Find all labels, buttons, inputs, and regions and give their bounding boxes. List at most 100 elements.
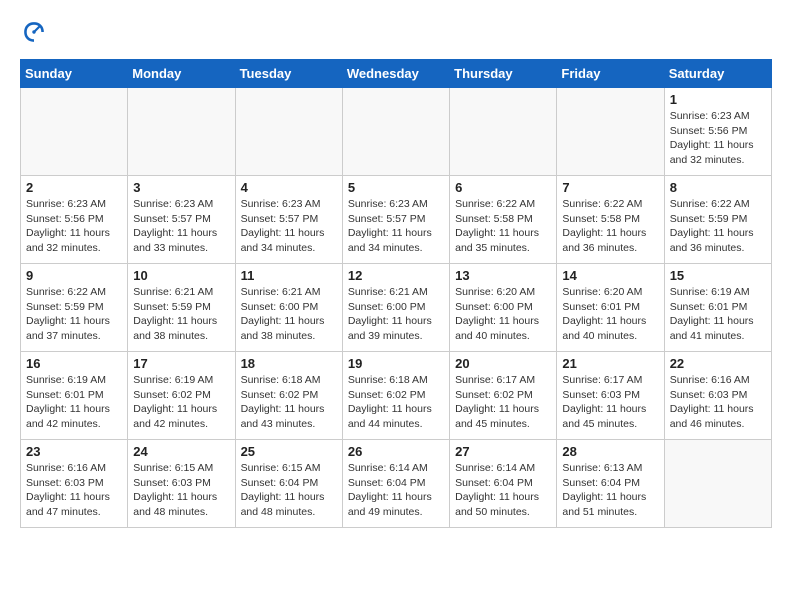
- day-number: 17: [133, 356, 229, 371]
- logo: [20, 20, 46, 49]
- day-info: Sunrise: 6:23 AM Sunset: 5:56 PM Dayligh…: [26, 197, 122, 256]
- day-info: Sunrise: 6:20 AM Sunset: 6:01 PM Dayligh…: [562, 285, 658, 344]
- day-number: 20: [455, 356, 551, 371]
- calendar-cell: 1 Sunrise: 6:23 AM Sunset: 5:56 PM Daylig…: [664, 88, 771, 176]
- calendar-cell: 7 Sunrise: 6:22 AM Sunset: 5:58 PM Daylig…: [557, 176, 664, 264]
- calendar-cell: 9Sunrise: 6:22 AM Sunset: 5:59 PM Daylig…: [21, 264, 128, 352]
- day-info: Sunrise: 6:23 AM Sunset: 5:57 PM Dayligh…: [133, 197, 229, 256]
- calendar-cell: 4 Sunrise: 6:23 AM Sunset: 5:57 PM Daylig…: [235, 176, 342, 264]
- calendar-cell: 6 Sunrise: 6:22 AM Sunset: 5:58 PM Daylig…: [450, 176, 557, 264]
- calendar-cell: 14 Sunrise: 6:20 AM Sunset: 6:01 PM Dayli…: [557, 264, 664, 352]
- day-number: 15: [670, 268, 766, 283]
- calendar-cell: 27 Sunrise: 6:14 AM Sunset: 6:04 PM Dayli…: [450, 440, 557, 528]
- day-number: 11: [241, 268, 337, 283]
- calendar-cell: 16 Sunrise: 6:19 AM Sunset: 6:01 PM Dayli…: [21, 352, 128, 440]
- calendar-cell: [128, 88, 235, 176]
- day-number: 8: [670, 180, 766, 195]
- day-info: Sunrise: 6:18 AM Sunset: 6:02 PM Dayligh…: [348, 373, 444, 432]
- day-info: Sunrise: 6:22 AM Sunset: 5:58 PM Dayligh…: [562, 197, 658, 256]
- calendar-header-thursday: Thursday: [450, 60, 557, 88]
- day-info: Sunrise: 6:21 AM Sunset: 6:00 PM Dayligh…: [241, 285, 337, 344]
- day-number: 18: [241, 356, 337, 371]
- calendar-cell: 21 Sunrise: 6:17 AM Sunset: 6:03 PM Dayli…: [557, 352, 664, 440]
- calendar-header-row: SundayMondayTuesdayWednesdayThursdayFrid…: [21, 60, 772, 88]
- calendar-cell: 10 Sunrise: 6:21 AM Sunset: 5:59 PM Dayli…: [128, 264, 235, 352]
- calendar-cell: [450, 88, 557, 176]
- calendar-cell: [342, 88, 449, 176]
- day-info: Sunrise: 6:15 AM Sunset: 6:03 PM Dayligh…: [133, 461, 229, 520]
- calendar-cell: [664, 440, 771, 528]
- day-info: Sunrise: 6:17 AM Sunset: 6:02 PM Dayligh…: [455, 373, 551, 432]
- day-number: 27: [455, 444, 551, 459]
- calendar-cell: [21, 88, 128, 176]
- calendar-cell: 25 Sunrise: 6:15 AM Sunset: 6:04 PM Dayli…: [235, 440, 342, 528]
- day-number: 3: [133, 180, 229, 195]
- day-number: 23: [26, 444, 122, 459]
- day-number: 2: [26, 180, 122, 195]
- calendar-cell: 11 Sunrise: 6:21 AM Sunset: 6:00 PM Dayli…: [235, 264, 342, 352]
- day-info: Sunrise: 6:13 AM Sunset: 6:04 PM Dayligh…: [562, 461, 658, 520]
- day-number: 4: [241, 180, 337, 195]
- page-header: [20, 20, 772, 49]
- calendar-cell: 8 Sunrise: 6:22 AM Sunset: 5:59 PM Daylig…: [664, 176, 771, 264]
- calendar-week-4: 16 Sunrise: 6:19 AM Sunset: 6:01 PM Dayli…: [21, 352, 772, 440]
- calendar-header-tuesday: Tuesday: [235, 60, 342, 88]
- day-info: Sunrise: 6:21 AM Sunset: 6:00 PM Dayligh…: [348, 285, 444, 344]
- day-info: Sunrise: 6:17 AM Sunset: 6:03 PM Dayligh…: [562, 373, 658, 432]
- calendar-cell: 26 Sunrise: 6:14 AM Sunset: 6:04 PM Dayli…: [342, 440, 449, 528]
- calendar-cell: 18 Sunrise: 6:18 AM Sunset: 6:02 PM Dayli…: [235, 352, 342, 440]
- day-info: Sunrise: 6:19 AM Sunset: 6:01 PM Dayligh…: [26, 373, 122, 432]
- day-number: 6: [455, 180, 551, 195]
- calendar-cell: 23 Sunrise: 6:16 AM Sunset: 6:03 PM Dayli…: [21, 440, 128, 528]
- calendar-cell: 2 Sunrise: 6:23 AM Sunset: 5:56 PM Daylig…: [21, 176, 128, 264]
- day-info: Sunrise: 6:16 AM Sunset: 6:03 PM Dayligh…: [670, 373, 766, 432]
- day-number: 16: [26, 356, 122, 371]
- day-info: Sunrise: 6:23 AM Sunset: 5:57 PM Dayligh…: [241, 197, 337, 256]
- day-info: Sunrise: 6:22 AM Sunset: 5:59 PM Dayligh…: [670, 197, 766, 256]
- day-info: Sunrise: 6:18 AM Sunset: 6:02 PM Dayligh…: [241, 373, 337, 432]
- day-number: 21: [562, 356, 658, 371]
- day-info: Sunrise: 6:16 AM Sunset: 6:03 PM Dayligh…: [26, 461, 122, 520]
- calendar-cell: 28 Sunrise: 6:13 AM Sunset: 6:04 PM Dayli…: [557, 440, 664, 528]
- day-info: Sunrise: 6:22 AM Sunset: 5:58 PM Dayligh…: [455, 197, 551, 256]
- day-number: 25: [241, 444, 337, 459]
- day-number: 1: [670, 92, 766, 107]
- day-number: 10: [133, 268, 229, 283]
- calendar-cell: 12Sunrise: 6:21 AM Sunset: 6:00 PM Dayli…: [342, 264, 449, 352]
- calendar-body: 1 Sunrise: 6:23 AM Sunset: 5:56 PM Daylig…: [21, 88, 772, 528]
- calendar-cell: 15 Sunrise: 6:19 AM Sunset: 6:01 PM Dayli…: [664, 264, 771, 352]
- calendar-cell: 13 Sunrise: 6:20 AM Sunset: 6:00 PM Dayli…: [450, 264, 557, 352]
- calendar-week-3: 9Sunrise: 6:22 AM Sunset: 5:59 PM Daylig…: [21, 264, 772, 352]
- calendar-cell: 5Sunrise: 6:23 AM Sunset: 5:57 PM Daylig…: [342, 176, 449, 264]
- calendar-week-1: 1 Sunrise: 6:23 AM Sunset: 5:56 PM Daylig…: [21, 88, 772, 176]
- calendar-week-5: 23 Sunrise: 6:16 AM Sunset: 6:03 PM Dayli…: [21, 440, 772, 528]
- calendar-header-wednesday: Wednesday: [342, 60, 449, 88]
- day-number: 19: [348, 356, 444, 371]
- calendar-header-monday: Monday: [128, 60, 235, 88]
- day-number: 13: [455, 268, 551, 283]
- calendar-header-friday: Friday: [557, 60, 664, 88]
- calendar-cell: 24 Sunrise: 6:15 AM Sunset: 6:03 PM Dayli…: [128, 440, 235, 528]
- calendar-cell: 3 Sunrise: 6:23 AM Sunset: 5:57 PM Daylig…: [128, 176, 235, 264]
- day-info: Sunrise: 6:21 AM Sunset: 5:59 PM Dayligh…: [133, 285, 229, 344]
- calendar-week-2: 2 Sunrise: 6:23 AM Sunset: 5:56 PM Daylig…: [21, 176, 772, 264]
- day-number: 26: [348, 444, 444, 459]
- day-info: Sunrise: 6:23 AM Sunset: 5:57 PM Dayligh…: [348, 197, 444, 256]
- day-info: Sunrise: 6:19 AM Sunset: 6:01 PM Dayligh…: [670, 285, 766, 344]
- day-info: Sunrise: 6:19 AM Sunset: 6:02 PM Dayligh…: [133, 373, 229, 432]
- day-number: 9: [26, 268, 122, 283]
- day-info: Sunrise: 6:14 AM Sunset: 6:04 PM Dayligh…: [455, 461, 551, 520]
- day-number: 28: [562, 444, 658, 459]
- calendar: SundayMondayTuesdayWednesdayThursdayFrid…: [20, 59, 772, 528]
- day-info: Sunrise: 6:15 AM Sunset: 6:04 PM Dayligh…: [241, 461, 337, 520]
- calendar-cell: 19 Sunrise: 6:18 AM Sunset: 6:02 PM Dayli…: [342, 352, 449, 440]
- day-number: 14: [562, 268, 658, 283]
- calendar-cell: 17 Sunrise: 6:19 AM Sunset: 6:02 PM Dayli…: [128, 352, 235, 440]
- day-info: Sunrise: 6:23 AM Sunset: 5:56 PM Dayligh…: [670, 109, 766, 168]
- calendar-cell: [235, 88, 342, 176]
- calendar-cell: 20 Sunrise: 6:17 AM Sunset: 6:02 PM Dayli…: [450, 352, 557, 440]
- day-number: 24: [133, 444, 229, 459]
- day-info: Sunrise: 6:20 AM Sunset: 6:00 PM Dayligh…: [455, 285, 551, 344]
- day-info: Sunrise: 6:14 AM Sunset: 6:04 PM Dayligh…: [348, 461, 444, 520]
- day-number: 7: [562, 180, 658, 195]
